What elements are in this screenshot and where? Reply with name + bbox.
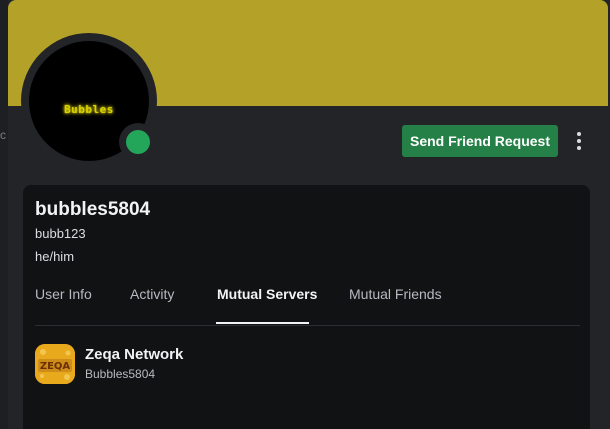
background-text-fragment: c bbox=[0, 128, 6, 142]
zeqa-logo-icon: ZEQA bbox=[35, 344, 75, 384]
tabs-divider bbox=[35, 325, 580, 326]
avatar-image-text: Bubbles bbox=[64, 103, 114, 116]
server-icon: ZEQA bbox=[35, 344, 75, 384]
tab-user-info[interactable]: User Info bbox=[35, 286, 92, 302]
tab-mutual-servers[interactable]: Mutual Servers bbox=[217, 286, 317, 302]
user-profile-modal: Bubbles Send Friend Request bubbles5804 … bbox=[8, 0, 608, 429]
tab-mutual-friends[interactable]: Mutual Friends bbox=[349, 286, 442, 302]
background-edge: c bbox=[0, 0, 8, 429]
active-tab-indicator bbox=[216, 322, 309, 324]
more-vertical-icon[interactable] bbox=[569, 128, 589, 154]
mutual-server-item[interactable]: ZEQA Zeqa Network Bubbles5804 bbox=[35, 344, 580, 386]
server-nickname: Bubbles5804 bbox=[85, 367, 156, 381]
pronouns: he/him bbox=[35, 249, 75, 264]
profile-info-card: bubbles5804 bubb123 he/him User Info Act… bbox=[23, 185, 590, 429]
more-dot bbox=[577, 139, 581, 143]
server-name: Zeqa Network bbox=[85, 346, 184, 363]
server-icon-label: ZEQA bbox=[40, 361, 71, 372]
app-window: c Bubbles Send Friend Request bubbles580… bbox=[0, 0, 610, 429]
status-indicator bbox=[119, 123, 157, 161]
more-dot bbox=[577, 146, 581, 150]
avatar-container: Bubbles bbox=[21, 33, 157, 169]
send-friend-request-button[interactable]: Send Friend Request bbox=[402, 125, 558, 157]
display-name: bubbles5804 bbox=[35, 199, 151, 220]
tab-activity[interactable]: Activity bbox=[130, 286, 174, 302]
profile-tabs: User Info Activity Mutual Servers Mutual… bbox=[35, 286, 580, 326]
more-dot bbox=[577, 132, 581, 136]
online-status-icon bbox=[126, 130, 150, 154]
username: bubb123 bbox=[35, 226, 86, 241]
